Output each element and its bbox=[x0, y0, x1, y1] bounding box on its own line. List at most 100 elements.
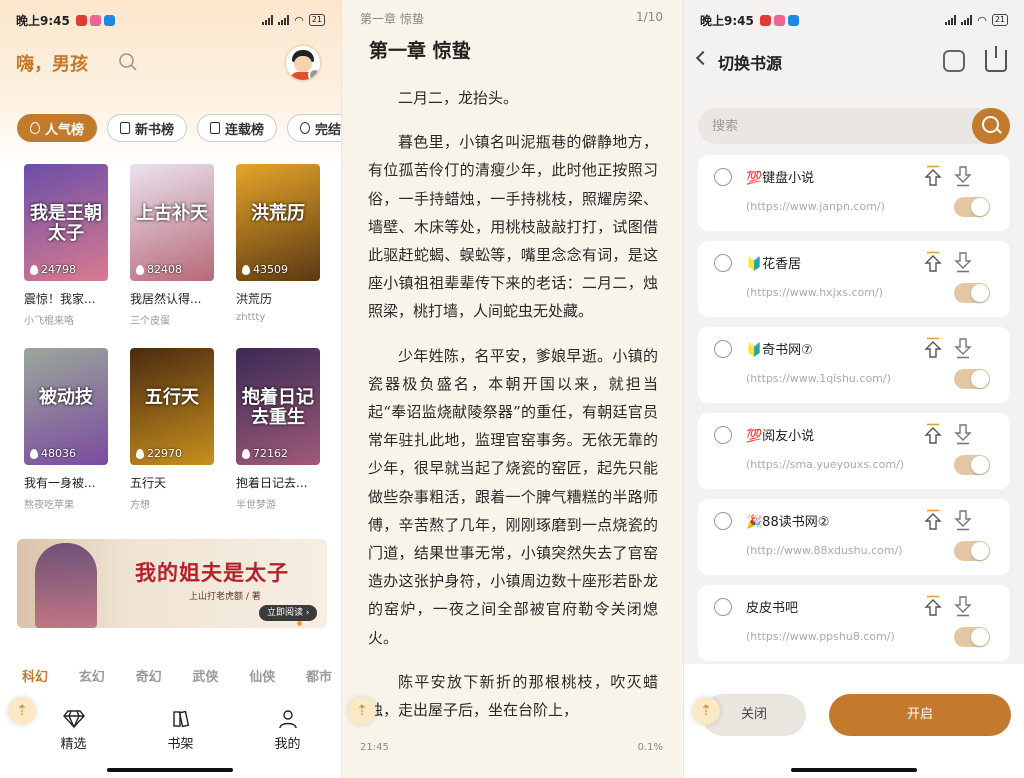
download-icon[interactable] bbox=[985, 46, 1007, 72]
search-input[interactable] bbox=[698, 108, 948, 144]
flame-icon bbox=[30, 264, 38, 275]
enable-button[interactable]: 开启 bbox=[829, 694, 1011, 736]
book-card[interactable]: 五行天 22970 五行天 方想 bbox=[130, 348, 214, 511]
book-card[interactable]: 洪荒历 43509 洪荒历 zhttty bbox=[236, 164, 320, 323]
wifi-icon: ◠ bbox=[294, 13, 304, 27]
move-to-bottom-icon[interactable] bbox=[954, 595, 972, 617]
greeting-title: 嗨，男孩 bbox=[16, 54, 88, 75]
book-card[interactable]: 上古补天 82408 我居然认得... 三个皮蛋 bbox=[130, 164, 214, 327]
wifi-icon: ◠ bbox=[977, 13, 987, 27]
source-item[interactable]: 🔰奇书网⑦ (https://www.1qishu.com/) bbox=[698, 327, 1010, 403]
move-to-bottom-icon[interactable] bbox=[954, 337, 972, 359]
source-radio[interactable] bbox=[714, 168, 732, 186]
move-to-top-icon[interactable] bbox=[924, 337, 942, 359]
source-item[interactable]: 🔰花香居 (https://www.hxjxs.com/) bbox=[698, 241, 1010, 317]
cover-text: 洪荒历 bbox=[251, 203, 305, 224]
genre-tab-urban[interactable]: 都市 bbox=[306, 666, 332, 685]
genre-tab-xianxia[interactable]: 仙侠 bbox=[249, 666, 275, 685]
flame-icon bbox=[30, 122, 40, 134]
chip-popular[interactable]: 人气榜 bbox=[17, 114, 98, 142]
source-name: 🎉88读书网② bbox=[746, 515, 830, 530]
heat-count: 24798 bbox=[30, 263, 76, 276]
signal-icon bbox=[262, 15, 274, 25]
up-arrow-icon[interactable]: ⇡ bbox=[692, 697, 720, 725]
move-to-top-icon[interactable] bbox=[924, 251, 942, 273]
genre-tab-fantasy[interactable]: 奇幻 bbox=[136, 666, 162, 685]
cover-text: 被动技 bbox=[39, 387, 93, 408]
book-author: 熬夜吃苹果 bbox=[24, 500, 74, 511]
source-radio[interactable] bbox=[714, 598, 732, 616]
move-to-bottom-icon[interactable] bbox=[954, 251, 972, 273]
cover-text: 五行天 bbox=[145, 387, 199, 408]
promo-banner[interactable]: 我的姐夫是太子 上山打老虎额 / 著 立即阅读 › bbox=[17, 539, 327, 628]
notification-icon-red bbox=[759, 14, 771, 26]
tab-featured[interactable]: 精选 bbox=[39, 709, 109, 752]
chip-label: 连载榜 bbox=[225, 122, 265, 138]
book-title: 震惊！我家... bbox=[24, 292, 96, 306]
genre-tab-scifi[interactable]: 科幻 bbox=[22, 666, 48, 685]
notification-icons bbox=[75, 14, 115, 26]
up-arrow-icon[interactable]: ⇡ bbox=[348, 697, 376, 725]
notification-icons bbox=[759, 14, 799, 26]
avatar[interactable] bbox=[284, 44, 322, 82]
tab-label: 精选 bbox=[60, 736, 87, 752]
source-radio[interactable] bbox=[714, 426, 732, 444]
up-arrow-icon[interactable]: ⇡ bbox=[8, 697, 36, 725]
book-author: 半世梦游 bbox=[236, 500, 276, 511]
book-cover: 洪荒历 43509 bbox=[236, 164, 320, 281]
book-author: 小飞棍来咯 bbox=[24, 316, 74, 327]
chip-serial[interactable]: 连载榜 bbox=[197, 114, 278, 142]
flame-icon bbox=[136, 264, 144, 275]
ranking-chips: 人气榜 新书榜 连载榜 完结 bbox=[17, 114, 341, 142]
chip-new[interactable]: 新书榜 bbox=[107, 114, 188, 142]
paragraph: 少年姓陈，名平安，爹娘早逝。小镇的瓷器极负盛名，本朝开国以来，就担当起“奉诏监烧… bbox=[368, 346, 658, 647]
heat-count: 72162 bbox=[242, 447, 288, 460]
source-item[interactable]: 皮皮书吧 (https://www.ppshu8.com/) bbox=[698, 585, 1010, 661]
cover-text: 抱着日记去重生 bbox=[242, 387, 314, 428]
reader-header-chapter: 第一章 惊蛰 bbox=[360, 12, 424, 26]
book-card[interactable]: 抱着日记去重生 72162 抱着日记去... 半世梦游 bbox=[236, 348, 320, 511]
source-toggle[interactable] bbox=[954, 541, 990, 561]
tab-bookshelf[interactable]: 书架 bbox=[146, 709, 216, 752]
move-to-top-icon[interactable] bbox=[924, 165, 942, 187]
back-arrow-icon[interactable] bbox=[695, 50, 711, 66]
source-item[interactable]: 🎉88读书网② (http://www.88xdushu.com/) bbox=[698, 499, 1010, 575]
genre-tab-wuxia[interactable]: 武侠 bbox=[192, 666, 218, 685]
source-url: (https://www.janpn.com/) bbox=[746, 200, 885, 213]
source-item[interactable]: 💯键盘小说 (https://www.janpn.com/) bbox=[698, 155, 1010, 231]
home-indicator bbox=[107, 768, 233, 772]
move-to-top-icon[interactable] bbox=[924, 423, 942, 445]
refresh-icon[interactable] bbox=[943, 50, 965, 72]
source-toggle[interactable] bbox=[954, 455, 990, 475]
battery-icon: 21 bbox=[991, 14, 1008, 26]
source-name: 皮皮书吧 bbox=[746, 601, 799, 616]
search-icon[interactable] bbox=[118, 52, 138, 72]
read-now-button[interactable]: 立即阅读 › bbox=[259, 605, 318, 621]
source-toggle[interactable] bbox=[954, 627, 990, 647]
flame-icon bbox=[242, 264, 250, 275]
tab-profile[interactable]: 我的 bbox=[253, 709, 323, 752]
book-cover: 上古补天 82408 bbox=[130, 164, 214, 281]
reader-screen[interactable]: 第一章 惊蛰 1/10 第一章 惊蛰 二月二，龙抬头。 暮色里，小镇名叫泥瓶巷的… bbox=[342, 0, 683, 778]
banner-subtitle: 上山打老虎额 / 著 bbox=[189, 592, 261, 602]
source-radio[interactable] bbox=[714, 254, 732, 272]
chip-finished[interactable]: 完结 bbox=[287, 114, 341, 142]
move-to-top-icon[interactable] bbox=[924, 595, 942, 617]
source-toggle[interactable] bbox=[954, 283, 990, 303]
book-card[interactable]: 被动技 48036 我有一身被... 熬夜吃苹果 bbox=[24, 348, 108, 511]
move-to-bottom-icon[interactable] bbox=[954, 509, 972, 531]
source-toggle[interactable] bbox=[954, 369, 990, 389]
source-item[interactable]: 💯阅友小说 (https://sma.yueyouxs.com/) bbox=[698, 413, 1010, 489]
move-to-bottom-icon[interactable] bbox=[954, 423, 972, 445]
book-card[interactable]: 我是王朝太子 24798 震惊！我家... 小飞棍来咯 bbox=[24, 164, 108, 327]
chip-label: 人气榜 bbox=[45, 122, 85, 138]
move-to-bottom-icon[interactable] bbox=[954, 165, 972, 187]
source-radio[interactable] bbox=[714, 340, 732, 358]
book-cover: 抱着日记去重生 72162 bbox=[236, 348, 320, 465]
genre-tab-xuanhuan[interactable]: 玄幻 bbox=[79, 666, 105, 685]
cover-text: 我是王朝太子 bbox=[30, 203, 102, 244]
move-to-top-icon[interactable] bbox=[924, 509, 942, 531]
search-button[interactable] bbox=[972, 108, 1010, 144]
source-toggle[interactable] bbox=[954, 197, 990, 217]
source-radio[interactable] bbox=[714, 512, 732, 530]
